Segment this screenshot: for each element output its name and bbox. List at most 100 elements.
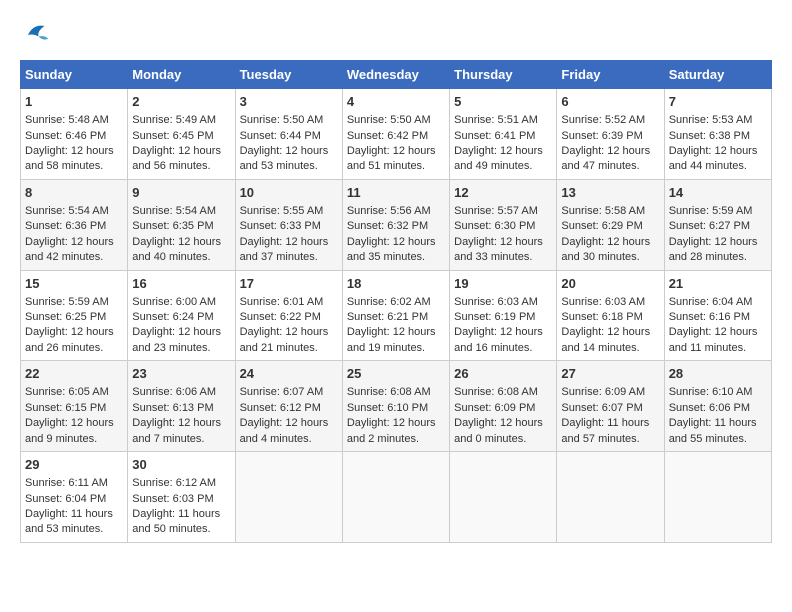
- calendar-cell: 28 Sunrise: 6:10 AM Sunset: 6:06 PM Dayligh…: [664, 361, 771, 452]
- daylight: Daylight: 12 hours and 11 minutes.: [669, 326, 758, 353]
- day-number: 27: [561, 365, 659, 383]
- sunrise: Sunrise: 6:09 AM: [561, 386, 645, 398]
- weekday-header: Wednesday: [342, 61, 449, 89]
- sunrise: Sunrise: 5:54 AM: [25, 205, 109, 217]
- daylight: Daylight: 11 hours and 55 minutes.: [669, 417, 757, 444]
- sunset: Sunset: 6:19 PM: [454, 311, 535, 323]
- day-number: 12: [454, 184, 552, 202]
- calendar-cell: 22Sunrise: 6:05 AMSunset: 6:15 PMDayligh…: [21, 361, 128, 452]
- daylight: Daylight: 12 hours and 40 minutes.: [132, 236, 221, 263]
- daylight: Daylight: 12 hours and 53 minutes.: [240, 145, 329, 172]
- calendar-cell: 5Sunrise: 5:51 AMSunset: 6:41 PMDaylight…: [450, 89, 557, 180]
- sunset: Sunset: 6:12 PM: [240, 402, 321, 414]
- sunrise: Sunrise: 5:52 AM: [561, 114, 645, 126]
- day-number: 13: [561, 184, 659, 202]
- calendar-cell: 25Sunrise: 6:08 AMSunset: 6:10 PMDayligh…: [342, 361, 449, 452]
- daylight: Daylight: 11 hours and 53 minutes.: [25, 508, 113, 535]
- daylight: Daylight: 12 hours and 37 minutes.: [240, 236, 329, 263]
- calendar-cell: 23Sunrise: 6:06 AMSunset: 6:13 PMDayligh…: [128, 361, 235, 452]
- daylight: Daylight: 12 hours and 44 minutes.: [669, 145, 758, 172]
- calendar-cell: 30Sunrise: 6:12 AMSunset: 6:03 PMDayligh…: [128, 452, 235, 543]
- day-number: 10: [240, 184, 338, 202]
- daylight: Daylight: 12 hours and 21 minutes.: [240, 326, 329, 353]
- sunset: Sunset: 6:07 PM: [561, 402, 642, 414]
- calendar-cell: 7Sunrise: 5:53 AMSunset: 6:38 PMDaylight…: [664, 89, 771, 180]
- sunrise: Sunrise: 6:07 AM: [240, 386, 324, 398]
- daylight: Daylight: 12 hours and 51 minutes.: [347, 145, 436, 172]
- calendar-cell: [235, 452, 342, 543]
- calendar-body: 1Sunrise: 5:48 AMSunset: 6:46 PMDaylight…: [21, 89, 772, 543]
- weekday-header: Tuesday: [235, 61, 342, 89]
- day-number: 7: [669, 93, 767, 111]
- sunset: Sunset: 6:46 PM: [25, 130, 106, 142]
- daylight: Daylight: 12 hours and 2 minutes.: [347, 417, 436, 444]
- daylight: Daylight: 12 hours and 35 minutes.: [347, 236, 436, 263]
- calendar-cell: 20Sunrise: 6:03 AMSunset: 6:18 PMDayligh…: [557, 270, 664, 361]
- calendar-cell: 27 Sunrise: 6:09 AM Sunset: 6:07 PM Dayligh…: [557, 361, 664, 452]
- sunrise: Sunrise: 5:53 AM: [669, 114, 753, 126]
- calendar-header: SundayMondayTuesdayWednesdayThursdayFrid…: [21, 61, 772, 89]
- day-number: 5: [454, 93, 552, 111]
- sunset: Sunset: 6:35 PM: [132, 220, 213, 232]
- calendar-cell: 10Sunrise: 5:55 AMSunset: 6:33 PMDayligh…: [235, 179, 342, 270]
- sunrise: Sunrise: 5:58 AM: [561, 205, 645, 217]
- sunrise: Sunrise: 5:55 AM: [240, 205, 324, 217]
- sunset: Sunset: 6:09 PM: [454, 402, 535, 414]
- day-number: 18: [347, 275, 445, 293]
- sunset: Sunset: 6:06 PM: [669, 402, 750, 414]
- daylight: Daylight: 12 hours and 49 minutes.: [454, 145, 543, 172]
- day-number: 9: [132, 184, 230, 202]
- sunrise: Sunrise: 5:50 AM: [240, 114, 324, 126]
- sunset: Sunset: 6:10 PM: [347, 402, 428, 414]
- calendar-cell: 19Sunrise: 6:03 AMSunset: 6:19 PMDayligh…: [450, 270, 557, 361]
- sunset: Sunset: 6:32 PM: [347, 220, 428, 232]
- sunrise: Sunrise: 5:50 AM: [347, 114, 431, 126]
- calendar-cell: [557, 452, 664, 543]
- daylight: Daylight: 12 hours and 28 minutes.: [669, 236, 758, 263]
- sunset: Sunset: 6:39 PM: [561, 130, 642, 142]
- sunrise: Sunrise: 5:59 AM: [669, 205, 753, 217]
- calendar-cell: 13Sunrise: 5:58 AMSunset: 6:29 PMDayligh…: [557, 179, 664, 270]
- day-number: 29: [25, 456, 123, 474]
- daylight: Daylight: 11 hours and 50 minutes.: [132, 508, 220, 535]
- sunset: Sunset: 6:04 PM: [25, 493, 106, 505]
- weekday-header: Thursday: [450, 61, 557, 89]
- daylight: Daylight: 12 hours and 47 minutes.: [561, 145, 650, 172]
- sunrise: Sunrise: 6:01 AM: [240, 296, 324, 308]
- logo-bird-icon: [22, 20, 52, 50]
- calendar-cell: 24Sunrise: 6:07 AMSunset: 6:12 PMDayligh…: [235, 361, 342, 452]
- sunrise: Sunrise: 5:54 AM: [132, 205, 216, 217]
- day-number: 21: [669, 275, 767, 293]
- calendar-week-row: 22Sunrise: 6:05 AMSunset: 6:15 PMDayligh…: [21, 361, 772, 452]
- day-number: 3: [240, 93, 338, 111]
- sunrise: Sunrise: 5:49 AM: [132, 114, 216, 126]
- calendar-week-row: 1Sunrise: 5:48 AMSunset: 6:46 PMDaylight…: [21, 89, 772, 180]
- calendar-cell: 4Sunrise: 5:50 AMSunset: 6:42 PMDaylight…: [342, 89, 449, 180]
- calendar-cell: 15Sunrise: 5:59 AMSunset: 6:25 PMDayligh…: [21, 270, 128, 361]
- daylight: Daylight: 12 hours and 0 minutes.: [454, 417, 543, 444]
- sunrise: Sunrise: 6:08 AM: [454, 386, 538, 398]
- daylight: Daylight: 12 hours and 14 minutes.: [561, 326, 650, 353]
- calendar-cell: 14Sunrise: 5:59 AMSunset: 6:27 PMDayligh…: [664, 179, 771, 270]
- calendar-cell: 2Sunrise: 5:49 AMSunset: 6:45 PMDaylight…: [128, 89, 235, 180]
- calendar-week-row: 15Sunrise: 5:59 AMSunset: 6:25 PMDayligh…: [21, 270, 772, 361]
- page-header: [20, 20, 772, 50]
- sunrise: Sunrise: 6:05 AM: [25, 386, 109, 398]
- day-number: 28: [669, 365, 767, 383]
- sunrise: Sunrise: 6:03 AM: [561, 296, 645, 308]
- day-number: 8: [25, 184, 123, 202]
- calendar-cell: 9 Sunrise: 5:54 AM Sunset: 6:35 PM Daylight…: [128, 179, 235, 270]
- sunset: Sunset: 6:16 PM: [669, 311, 750, 323]
- daylight: Daylight: 12 hours and 26 minutes.: [25, 326, 114, 353]
- calendar-cell: 6Sunrise: 5:52 AMSunset: 6:39 PMDaylight…: [557, 89, 664, 180]
- day-number: 22: [25, 365, 123, 383]
- weekday-header: Friday: [557, 61, 664, 89]
- sunrise: Sunrise: 6:12 AM: [132, 477, 216, 489]
- weekday-header: Sunday: [21, 61, 128, 89]
- calendar-cell: 8Sunrise: 5:54 AMSunset: 6:36 PMDaylight…: [21, 179, 128, 270]
- weekday-header: Monday: [128, 61, 235, 89]
- sunrise: Sunrise: 6:10 AM: [669, 386, 753, 398]
- sunrise: Sunrise: 6:04 AM: [669, 296, 753, 308]
- daylight: Daylight: 11 hours and 57 minutes.: [561, 417, 649, 444]
- sunrise: Sunrise: 6:06 AM: [132, 386, 216, 398]
